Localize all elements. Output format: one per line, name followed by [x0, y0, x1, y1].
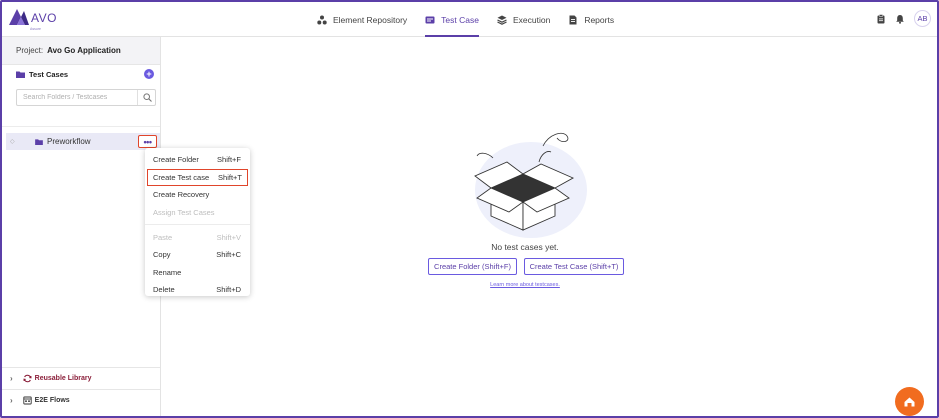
nav-execution[interactable]: Execution: [497, 2, 550, 37]
create-test-case-button[interactable]: Create Test Case (Shift+T): [524, 258, 624, 275]
learn-more-link[interactable]: Learn more about testcases.: [440, 282, 610, 288]
menu-item-shortcut: Shift+D: [216, 285, 241, 295]
bell-icon[interactable]: [895, 14, 905, 24]
menu-item-label: Create Test case: [153, 172, 210, 182]
logo-subtext: Assure: [30, 27, 41, 31]
menu-item-paste: Paste Shift+V: [145, 228, 250, 246]
menu-item-label: Copy: [153, 250, 171, 260]
menu-item-label: Create Recovery: [153, 190, 210, 200]
section-title: Test Cases: [29, 70, 69, 79]
header-actions: AB: [876, 10, 931, 27]
menu-item-label: Paste: [153, 232, 173, 242]
menu-item-create-recovery[interactable]: Create Recovery: [145, 186, 250, 204]
reusable-library-label: Reusable Library: [34, 375, 92, 382]
sidebar-divider: [2, 126, 160, 127]
nav-element-repository[interactable]: Element Repository: [317, 2, 407, 37]
reusable-library-item[interactable]: › Reusable Library: [2, 367, 160, 389]
menu-item-copy[interactable]: Copy Shift+C: [145, 246, 250, 264]
search-icon[interactable]: [143, 93, 152, 102]
menu-item-create-test-case[interactable]: Create Test case Shift+T: [147, 168, 248, 187]
chevron-right-icon: ›: [10, 374, 13, 383]
main-nav: Element Repository Test Case Execution R…: [317, 2, 632, 37]
add-icon[interactable]: +: [144, 69, 154, 79]
project-name: Avo Go Application: [47, 46, 121, 55]
reports-icon: [569, 15, 577, 24]
context-menu: Create Folder Shift+F Create Test case S…: [145, 148, 250, 296]
menu-item-label: Rename: [153, 267, 182, 277]
flows-icon: [23, 396, 32, 405]
menu-item-shortcut: Shift+F: [217, 155, 241, 165]
avo-logo[interactable]: AVO Assure: [8, 8, 57, 32]
menu-item-label: Delete: [153, 285, 175, 295]
menu-item-assign-test-cases: Assign Test Cases: [145, 204, 250, 222]
menu-item-delete[interactable]: Delete Shift+D: [145, 281, 250, 299]
menu-divider: [145, 224, 250, 226]
create-folder-button[interactable]: Create Folder (Shift+F): [428, 258, 517, 275]
logo-text: AVO: [31, 11, 57, 25]
test-case-icon: [425, 16, 435, 23]
menu-item-shortcut: Shift+V: [216, 232, 241, 242]
avatar[interactable]: AB: [914, 10, 931, 27]
menu-item-rename[interactable]: Rename: [145, 264, 250, 282]
nav-label: Test Case: [441, 14, 479, 25]
folder-icon: [35, 138, 43, 145]
tree-item-preworkflow[interactable]: ◇ Preworkflow: [6, 133, 160, 150]
home-icon: [904, 397, 915, 407]
avo-logo-icon: [9, 9, 29, 25]
top-header: AVO Assure Element Repository Test Case …: [2, 2, 937, 37]
nav-reports[interactable]: Reports: [568, 2, 614, 37]
e2e-flows-label: E2E Flows: [34, 397, 70, 404]
nav-test-case[interactable]: Test Case: [425, 2, 479, 37]
menu-item-create-folder[interactable]: Create Folder Shift+F: [145, 151, 250, 169]
search-input[interactable]: [17, 90, 135, 105]
empty-box-illustration: [474, 132, 587, 238]
element-repository-icon: [317, 15, 327, 24]
search-divider: [137, 90, 138, 105]
menu-item-shortcut: Shift+T: [218, 172, 242, 182]
menu-item-label: Create Folder: [153, 155, 199, 165]
menu-item-label: Assign Test Cases: [153, 208, 215, 218]
sidebar: Project: Avo Go Application Test Cases +…: [2, 37, 161, 416]
nav-label: Reports: [584, 14, 615, 25]
chevron-right-icon: ›: [10, 396, 13, 405]
e2e-flows-item[interactable]: › E2E Flows: [2, 389, 160, 411]
execution-icon: [497, 15, 507, 25]
menu-item-shortcut: Shift+C: [216, 250, 241, 260]
empty-state-message: No test cases yet.: [491, 242, 559, 252]
help-fab-button[interactable]: [895, 387, 924, 416]
expand-icon[interactable]: ◇: [10, 138, 17, 145]
more-options-button[interactable]: •••: [138, 135, 157, 148]
folder-icon: [16, 71, 25, 78]
project-label: Project:: [16, 46, 44, 55]
project-bar: Project: Avo Go Application: [2, 37, 160, 65]
search-box: [16, 89, 156, 106]
nav-label: Execution: [512, 14, 551, 25]
nav-label: Element Repository: [333, 14, 408, 25]
refresh-icon: [23, 374, 32, 383]
clipboard-icon[interactable]: [876, 13, 886, 24]
test-cases-header: Test Cases: [16, 70, 68, 79]
tree-item-label: Preworkflow: [47, 137, 91, 146]
